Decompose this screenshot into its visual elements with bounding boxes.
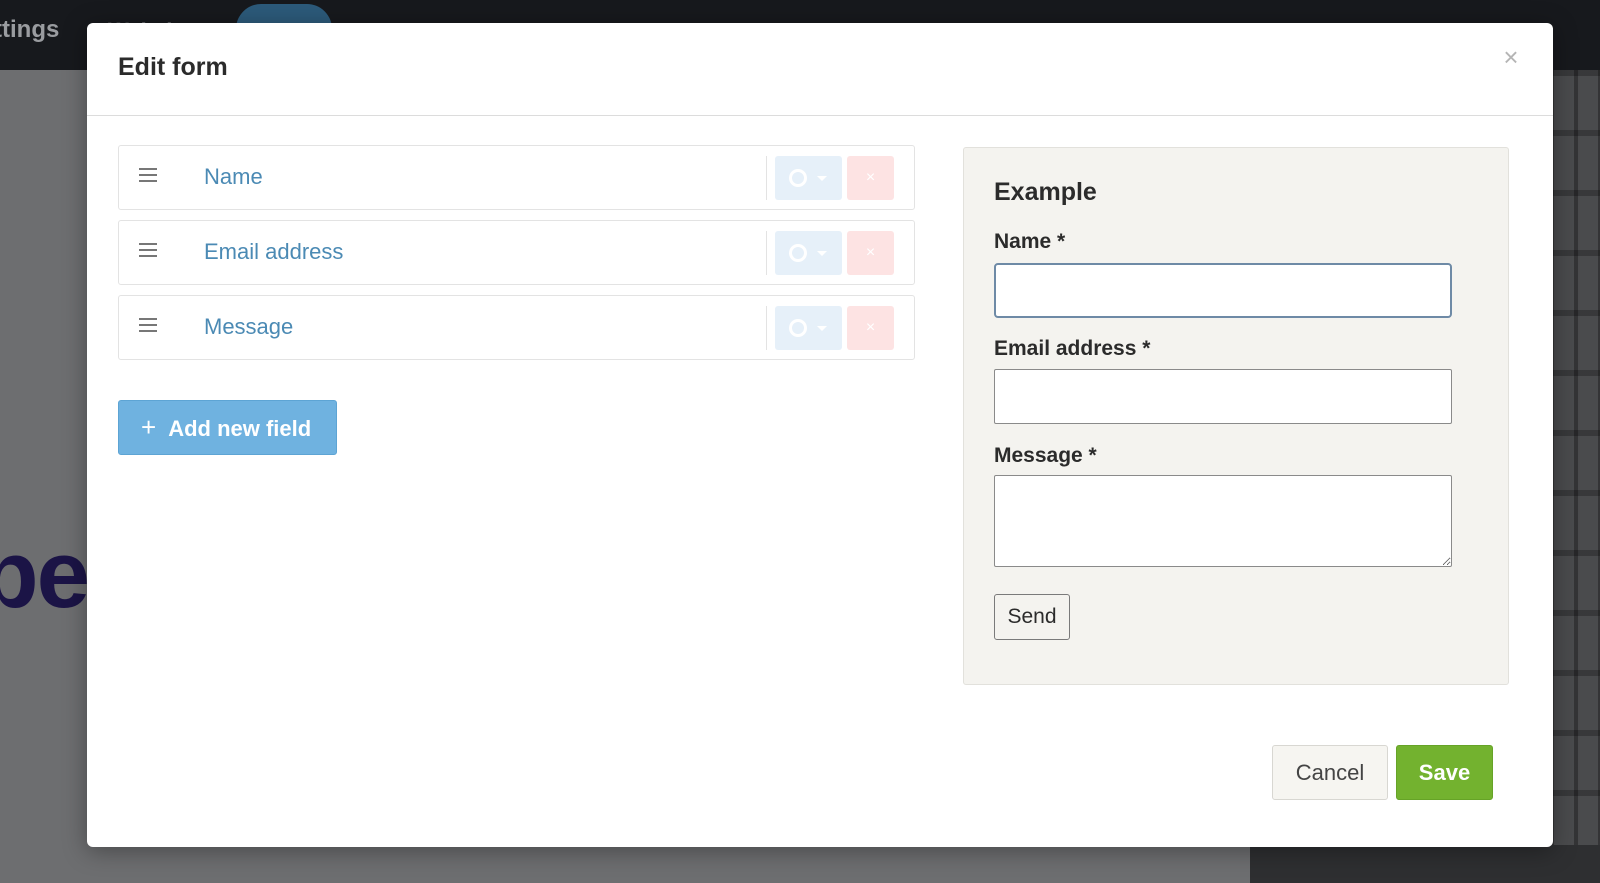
drag-handle-icon[interactable] bbox=[139, 168, 159, 186]
chevron-down-icon bbox=[817, 176, 827, 181]
example-preview-panel: Example Name * Email address * Message *… bbox=[963, 147, 1509, 685]
plus-icon: + bbox=[141, 412, 157, 442]
background-photo bbox=[1550, 70, 1600, 883]
name-input[interactable] bbox=[994, 263, 1452, 318]
edit-form-modal: Edit form × Name × Email address × Messa… bbox=[87, 23, 1553, 847]
chevron-down-icon bbox=[817, 251, 827, 256]
field-row-message: Message × bbox=[118, 295, 915, 360]
add-new-field-label: Add new field bbox=[168, 416, 312, 441]
delete-field-button[interactable]: × bbox=[847, 306, 894, 350]
field-row-email: Email address × bbox=[118, 220, 915, 285]
field-settings-button[interactable] bbox=[775, 306, 842, 350]
chevron-down-icon bbox=[817, 326, 827, 331]
delete-field-button[interactable]: × bbox=[847, 156, 894, 200]
gear-icon bbox=[789, 169, 807, 187]
example-title: Example bbox=[994, 178, 1097, 206]
modal-header: Edit form × bbox=[87, 23, 1553, 116]
field-row-name: Name × bbox=[118, 145, 915, 210]
email-label: Email address * bbox=[994, 337, 1151, 360]
row-divider bbox=[766, 231, 767, 275]
row-divider bbox=[766, 156, 767, 200]
modal-title: Edit form bbox=[118, 53, 228, 81]
message-label: Message * bbox=[994, 444, 1097, 467]
add-new-field-button[interactable]: + Add new field bbox=[118, 400, 337, 455]
gear-icon bbox=[789, 244, 807, 262]
close-icon[interactable]: × bbox=[1499, 44, 1523, 70]
row-divider bbox=[766, 306, 767, 350]
field-settings-button[interactable] bbox=[775, 156, 842, 200]
background-hero-text: pe bbox=[0, 521, 90, 628]
email-input[interactable] bbox=[994, 369, 1452, 424]
gear-icon bbox=[789, 319, 807, 337]
field-label[interactable]: Message bbox=[204, 314, 293, 340]
name-label: Name * bbox=[994, 230, 1066, 253]
field-label[interactable]: Name bbox=[204, 164, 263, 190]
message-textarea[interactable] bbox=[994, 475, 1452, 567]
send-button[interactable]: Send bbox=[994, 594, 1070, 640]
cancel-button[interactable]: Cancel bbox=[1272, 745, 1388, 800]
background-photo-bottom bbox=[1250, 845, 1600, 883]
save-button[interactable]: Save bbox=[1396, 745, 1493, 800]
field-settings-button[interactable] bbox=[775, 231, 842, 275]
field-label[interactable]: Email address bbox=[204, 239, 343, 265]
background-nav-settings: ttings bbox=[0, 16, 60, 43]
drag-handle-icon[interactable] bbox=[139, 318, 159, 336]
drag-handle-icon[interactable] bbox=[139, 243, 159, 261]
delete-field-button[interactable]: × bbox=[847, 231, 894, 275]
